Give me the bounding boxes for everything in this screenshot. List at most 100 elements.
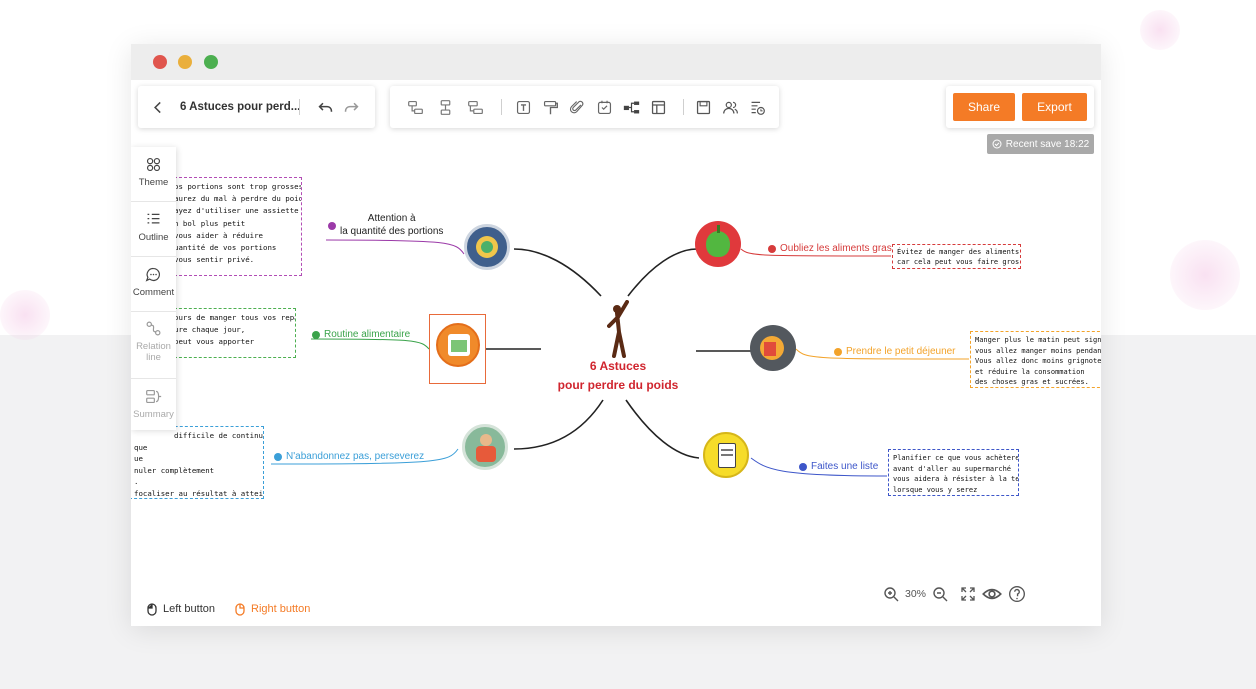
comment-icon (145, 267, 160, 282)
divider (683, 99, 684, 115)
note-line: ayez d'utiliser une assiette (174, 206, 299, 216)
bullet-icon (834, 347, 842, 356)
redo-button[interactable] (341, 97, 361, 117)
note-line: focaliser au résultat à atteindre. (134, 488, 264, 498)
outline-icon (147, 213, 160, 224)
relation-line-icon (146, 321, 161, 336)
layout-button[interactable] (648, 97, 668, 117)
note-perseverez[interactable]: difficile de continuer, que ue nuler com… (131, 426, 264, 499)
attachment-button[interactable] (567, 97, 587, 117)
add-subtopic-button[interactable] (465, 97, 485, 117)
format-painter-button[interactable] (540, 97, 560, 117)
central-topic[interactable]: 6 Astuces pour perdre du poids (543, 357, 693, 395)
sidebar-item-label: Comment (132, 287, 175, 298)
undo-button[interactable] (315, 97, 335, 117)
layout-icon (651, 100, 665, 114)
portion-plate-icon[interactable] (464, 224, 510, 270)
left-button-hint: Left button (146, 602, 215, 616)
bullet-icon (274, 452, 282, 461)
right-button-label: Right button (251, 603, 311, 615)
note-aliments-gras[interactable]: Évitez de manger des aliments gras car c… (892, 244, 1021, 269)
divider (131, 378, 176, 379)
sidebar-item-outline[interactable]: Outline (131, 211, 176, 243)
note-line: vous allez manger moins pendant la jo (975, 346, 1101, 355)
document-title[interactable]: 6 Astuces pour perd... (180, 101, 300, 113)
encouragement-figure-icon[interactable] (462, 424, 508, 470)
sidebar-item-comment[interactable]: Comment (131, 266, 176, 298)
zoom-out-icon[interactable] (932, 586, 948, 602)
background-decoration (1140, 10, 1180, 50)
note-line: . (134, 477, 139, 487)
zoom-level: 30% (905, 588, 927, 600)
clipboard-icon[interactable] (703, 432, 749, 478)
mindmap-canvas[interactable]: 6 Astuces pour perdre du poids Attention… (131, 44, 1101, 626)
sidebar-item-summary[interactable]: Summary (131, 388, 176, 420)
history-icon (751, 101, 765, 115)
paint-roller-icon (543, 100, 558, 114)
branch-label-liste[interactable]: Faites une liste (799, 461, 878, 472)
structure-button[interactable] (621, 97, 641, 117)
central-topic-line2: pour perdre du poids (557, 378, 679, 392)
export-button[interactable]: Export (1022, 93, 1087, 121)
check-circle-icon (992, 139, 1002, 149)
calendar-icon[interactable] (436, 323, 480, 367)
fit-screen-icon[interactable] (960, 586, 976, 602)
structure-icon (623, 101, 639, 113)
task-button[interactable] (594, 97, 614, 117)
collaborate-button[interactable] (720, 97, 740, 117)
breakfast-icon[interactable] (750, 325, 796, 371)
note-line: vous aidera à résister à la tentation (893, 475, 1019, 484)
branch-label-perseverez[interactable]: N'abandonnez pas, perseverez (274, 451, 424, 462)
share-button[interactable]: Share (953, 93, 1015, 121)
branch-label-perseverez-text: N'abandonnez pas, perseverez (286, 451, 425, 462)
subtopic-icon (467, 100, 483, 114)
note-line: vous sentir privé. (174, 255, 255, 265)
apple-icon[interactable] (695, 221, 741, 267)
app-window: 6 Astuces pour perdre du poids Attention… (131, 44, 1101, 626)
save-button[interactable] (693, 97, 713, 117)
note-line: ours de manger tous vos repas (174, 313, 296, 322)
divider (131, 201, 176, 202)
note-line: peut vous apporter (174, 337, 255, 347)
sidebar-item-theme[interactable]: Theme (131, 156, 176, 188)
zoom-in-icon[interactable] (883, 586, 899, 602)
help-icon[interactable] (1008, 585, 1026, 603)
sidebar-item-label: Theme (138, 177, 169, 188)
mouse-left-icon (147, 603, 157, 616)
divider (501, 99, 502, 115)
branch-label-aliments-gras[interactable]: Oubliez les aliments gras (768, 243, 892, 254)
note-line: difficile de continuer, (174, 431, 263, 440)
branch-label-petit-dejeuner[interactable]: Prendre le petit déjeuner (834, 346, 956, 357)
save-icon (696, 100, 710, 114)
add-sibling-button[interactable] (435, 97, 455, 117)
note-line: uantité de vos portions (174, 243, 277, 253)
branch-label-liste-text: Faites une liste (811, 461, 879, 472)
paperclip-icon (569, 100, 583, 113)
back-button[interactable] (148, 97, 168, 117)
sidebar-item-label: Outline (138, 232, 169, 243)
note-portions[interactable]: os portions sont trop grosses, aurez du … (169, 177, 302, 276)
note-petit-dejeuner[interactable]: Manger plus le matin peut signifier qu v… (970, 331, 1101, 388)
note-line: n bol plus petit (174, 218, 246, 228)
main-toolbar (390, 86, 779, 128)
divider (131, 311, 176, 312)
note-line: des choses gras et sucrées. (975, 378, 1089, 387)
note-routine[interactable]: ours de manger tous vos repas ure chaque… (169, 308, 296, 358)
recent-save-badge: Recent save 18:22 (987, 134, 1094, 154)
note-line: car cela peut vous faire grossir (897, 257, 1021, 266)
left-button-label: Left button (163, 603, 215, 615)
background-decoration (1170, 240, 1240, 310)
history-button[interactable] (747, 97, 767, 117)
note-line: nuler complètement (134, 465, 215, 475)
text-button[interactable] (513, 97, 533, 117)
branch-label-routine[interactable]: Routine alimentaire (312, 329, 410, 340)
sidebar-item-relation-line[interactable]: Relation line (131, 320, 176, 363)
task-checkbox-icon (597, 100, 611, 114)
note-line: aurez du mal à perdre du poids. (174, 194, 302, 204)
branch-label-portions[interactable]: Attention à la quantité des portions (328, 212, 443, 238)
chevron-left-icon (153, 101, 161, 113)
bullet-icon (799, 462, 807, 471)
note-liste[interactable]: Planifier ce que vous achèterez avant d'… (888, 449, 1019, 496)
preview-eye-icon[interactable] (982, 584, 1002, 604)
add-topic-button[interactable] (405, 97, 425, 117)
